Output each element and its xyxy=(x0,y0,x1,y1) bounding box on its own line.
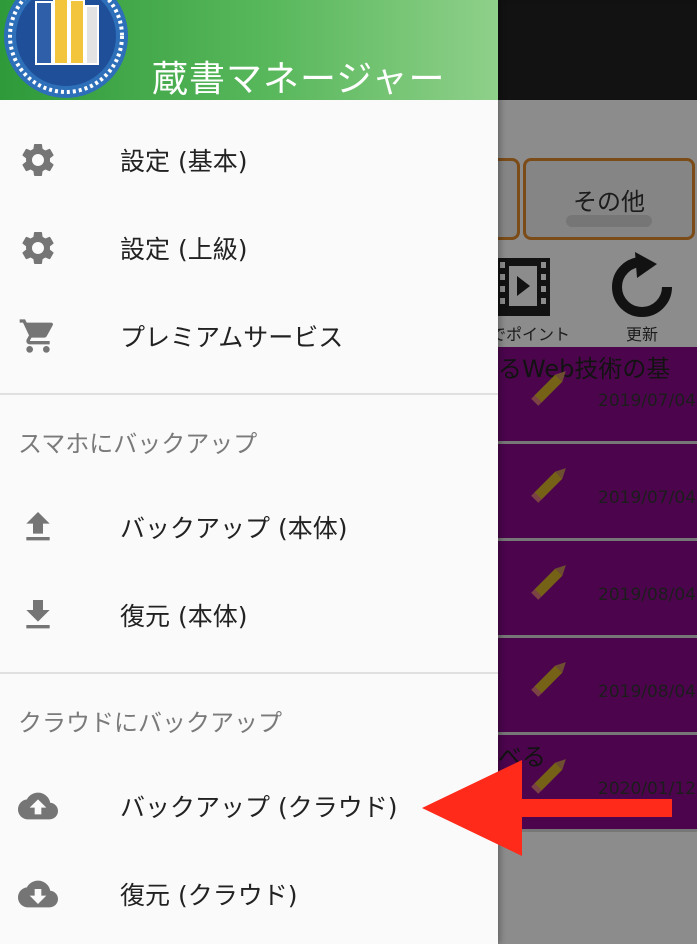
menu-item-premium[interactable]: プレミアムサービス xyxy=(0,292,498,380)
section-header-phone-backup: スマホにバックアップ xyxy=(18,430,258,458)
gear-icon xyxy=(18,228,58,268)
menu-item-label: バックアップ (本体) xyxy=(120,514,348,543)
menu-item-settings-advanced[interactable]: 設定 (上級) xyxy=(0,204,498,292)
drawer-header: 蔵書マネージャー xyxy=(0,0,498,100)
menu-item-restore-cloud[interactable]: 復元 (クラウド) xyxy=(0,850,498,938)
menu-item-settings-basic[interactable]: 設定 (基本) xyxy=(0,116,498,204)
menu-item-backup-device[interactable]: バックアップ (本体) xyxy=(0,483,498,571)
app-logo-icon xyxy=(4,0,128,98)
cloud-upload-icon xyxy=(18,786,58,826)
upload-icon xyxy=(18,507,58,547)
menu-item-label: 復元 (本体) xyxy=(120,602,248,631)
menu-item-label: 設定 (基本) xyxy=(120,147,248,176)
menu-item-label: 復元 (クラウド) xyxy=(120,881,298,910)
menu-item-label: 設定 (上級) xyxy=(120,235,248,264)
cart-icon xyxy=(18,316,58,356)
menu-item-restore-device[interactable]: 復元 (本体) xyxy=(0,571,498,659)
section-header-cloud-backup: クラウドにバックアップ xyxy=(18,709,282,737)
menu-item-label: バックアップ (クラウド) xyxy=(120,793,398,822)
download-icon xyxy=(18,595,58,635)
divider xyxy=(0,672,498,674)
divider xyxy=(0,393,498,395)
gear-icon xyxy=(18,140,58,180)
annotation-arrow-icon xyxy=(422,760,672,856)
menu-item-label: プレミアムサービス xyxy=(120,323,344,352)
app-title: 蔵書マネージャー xyxy=(152,59,446,100)
cloud-download-icon xyxy=(18,874,58,914)
